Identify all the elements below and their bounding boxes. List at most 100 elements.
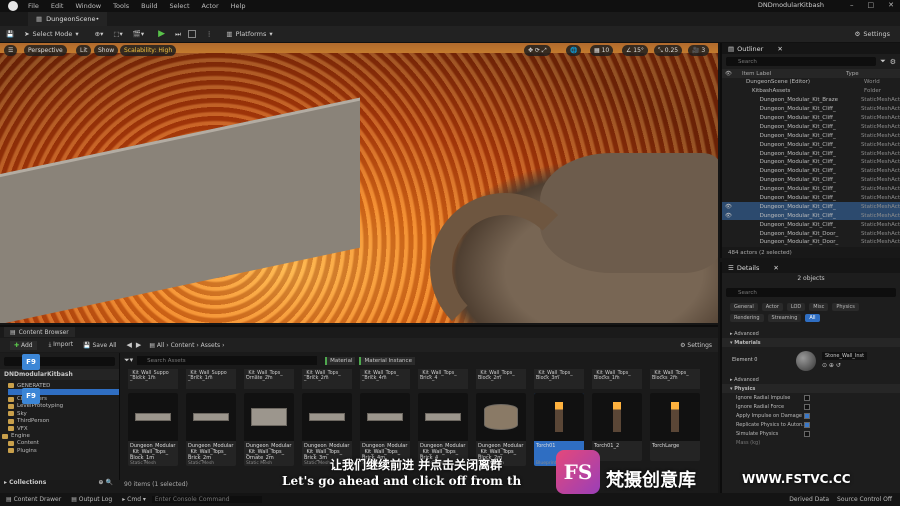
asset-tile[interactable]: Torch01_2 (592, 393, 642, 461)
asset-tile[interactable]: Dungeon_Modular _Kit_Wall_Tops_ Brick_2m… (186, 393, 236, 466)
back-icon[interactable]: ◀ (127, 341, 132, 349)
filter-lod[interactable]: LOD (786, 303, 806, 311)
column-type[interactable]: Type (846, 71, 859, 77)
filter-rendering[interactable]: Rendering (730, 314, 764, 322)
outliner-row[interactable]: Dungeon_Modular_Kit_Cliff_ StaticMeshAct (722, 158, 900, 167)
outliner-row[interactable]: Dungeon_Modular_Kit_Cliff_ StaticMeshAct (722, 220, 900, 229)
filter-chip-material-instance[interactable]: Material Instance (359, 356, 415, 365)
folder-search-input[interactable] (4, 357, 115, 366)
filter-chip-material[interactable]: Material (325, 356, 356, 365)
outliner-row[interactable]: Dungeon_Modular_Kit_Cliff_ StaticMeshAct (722, 167, 900, 176)
perspective-button[interactable]: Perspective (24, 45, 67, 56)
import-button[interactable]: ⤓ Import (49, 341, 73, 349)
platforms-button[interactable]: ▥ Platforms ▾ (226, 30, 272, 38)
tab-dungeon-scene[interactable]: ▦ DungeonScene• (28, 12, 108, 26)
asset-tile-partial[interactable]: _Kit_Wall_Tops_ _Brick_2m (302, 369, 352, 389)
breadcrumb-assets[interactable]: Assets (201, 342, 221, 349)
forward-icon[interactable]: ▶ (136, 341, 141, 349)
checkbox[interactable] (804, 394, 810, 401)
tree-item[interactable]: Plugins (8, 447, 119, 454)
search-icon[interactable]: 🔍 (105, 479, 112, 486)
minimize-icon[interactable]: – (850, 1, 854, 9)
close-icon[interactable]: ✕ (888, 1, 894, 9)
play-icon[interactable]: ▶ (158, 29, 165, 39)
outliner-row[interactable]: Dungeon_Modular_Kit_Cliff_ StaticMeshAct (722, 176, 900, 185)
filter-icon[interactable]: ⏷ (880, 57, 886, 66)
asset-tile-partial[interactable]: _Kit_Wall_Tops_ Blocks_2m (650, 369, 700, 389)
asset-tile[interactable]: Dungeon_Modular _Kit_Wall_Tops_ Ornate_2… (244, 393, 294, 466)
select-mode-button[interactable]: ➤ Select Mode ▾ (24, 30, 79, 38)
menu-select[interactable]: Select (169, 2, 189, 10)
checkbox[interactable] (804, 412, 810, 419)
outliner-row[interactable]: 👁 Dungeon_Modular_Kit_Cliff_ StaticMeshAct (722, 211, 900, 221)
outliner-row[interactable]: Dungeon_Modular_Kit_Cliff_ StaticMeshAct (722, 122, 900, 131)
column-item-label[interactable]: Item Label (742, 71, 846, 77)
outliner-row[interactable]: Dungeon_Modular_Kit_Cliff_ StaticMeshAct (722, 114, 900, 123)
derived-data-button[interactable]: Derived Data (789, 496, 829, 503)
cb-settings-button[interactable]: ⚙ Settings (680, 342, 712, 349)
close-icon[interactable]: ✕ (773, 264, 778, 272)
filter-general[interactable]: General (730, 303, 758, 311)
show-button[interactable]: Show (94, 45, 119, 56)
asset-tile-partial[interactable]: _Kit_Wall_Tops_ Ornate_2m (244, 369, 294, 389)
save-icon[interactable]: 💾 (6, 30, 14, 38)
outliner-row[interactable]: 👁 Dungeon_Modular_Kit_Cliff_ StaticMeshAct (722, 202, 900, 212)
material-dropdown[interactable]: Stone_Wall_Inst (822, 352, 868, 360)
asset-tile-partial[interactable]: _Kit_Wall_Tops_ Brick_4 (418, 369, 468, 389)
outliner-search-input[interactable]: Search (726, 57, 877, 66)
filter-icon[interactable]: ⏷▾ (124, 356, 133, 365)
filter-all[interactable]: All (805, 314, 820, 322)
camera-speed-button[interactable]: 🎥 3 (688, 45, 710, 56)
collections-header[interactable]: ▸ Collections ⊕ 🔍 (4, 479, 113, 486)
tree-item[interactable]: ThirdPerson (8, 418, 119, 425)
menu-file[interactable]: File (28, 2, 39, 10)
section-materials[interactable]: ▾ Materials (722, 338, 900, 347)
asset-search-input[interactable]: Search Assets (137, 356, 318, 365)
lit-button[interactable]: Lit (76, 45, 92, 56)
step-icon[interactable]: ⏭ (175, 30, 181, 39)
checkbox[interactable] (804, 430, 810, 437)
asset-tile-partial[interactable]: _Kit_Wall_Tops_ Block_3m (534, 369, 584, 389)
asset-tile-partial[interactable]: _Kit_Wall_Suppo _Block_1m (128, 369, 178, 389)
tree-item[interactable]: Sky (8, 410, 119, 417)
asset-tile-partial[interactable]: _Kit_Wall_Tops_ _Brick_4m (360, 369, 410, 389)
maximize-icon[interactable]: □ (868, 1, 875, 9)
scale-snap-button[interactable]: ⤡ 0.25 (654, 45, 683, 56)
asset-tile[interactable]: Dungeon_Modular _Kit_Wall_Tops_ Block_1m… (128, 393, 178, 466)
outliner-row[interactable]: Dungeon_Modular_Kit_Cliff_ StaticMeshAct (722, 185, 900, 194)
sequencer-icon[interactable]: 🎬▾ (133, 30, 144, 38)
save-all-button[interactable]: 💾 Save All (83, 342, 116, 349)
outliner-row[interactable]: Dungeon_Modular_Kit_Cliff_ StaticMeshAct (722, 149, 900, 158)
angle-snap-button[interactable]: ∠ 15° (622, 45, 648, 56)
outliner-row[interactable]: Dungeon_Modular_Kit_Cliff_ StaticMeshAct (722, 131, 900, 140)
filter-misc[interactable]: Misc (809, 303, 829, 311)
outliner-row[interactable]: Dungeon_Modular_Kit_Cliff_ StaticMeshAct (722, 140, 900, 149)
project-root[interactable]: DNDmodularKitbash (0, 369, 119, 380)
settings-button[interactable]: ⚙ Settings (855, 30, 891, 38)
checkbox[interactable] (804, 421, 810, 428)
visibility-icon[interactable]: 👁 (722, 213, 742, 219)
menu-tools[interactable]: Tools (113, 2, 129, 10)
section-advanced-2[interactable]: ▸ Advanced (722, 375, 900, 384)
details-search-input[interactable]: Search (726, 288, 896, 297)
tree-item[interactable]: Content (8, 440, 119, 447)
add-content-icon[interactable]: ⊕▾ (95, 30, 104, 38)
world-local-icon[interactable]: 🌐 (566, 45, 582, 56)
filter-actor[interactable]: Actor (761, 303, 783, 311)
source-control-button[interactable]: Source Control Off (837, 496, 892, 503)
outliner-row[interactable]: DungeonScene (Editor) World (722, 78, 900, 87)
unreal-logo-icon[interactable] (8, 1, 18, 11)
asset-tile-partial[interactable]: _Kit_Wall_Tops_ Block_2m (476, 369, 526, 389)
asset-tile[interactable]: TorchLarge (650, 393, 700, 461)
console-input[interactable]: Enter Console Command (151, 496, 262, 503)
menu-actor[interactable]: Actor (202, 2, 219, 10)
level-viewport[interactable]: ☰ Perspective Lit Show Scalability: High… (0, 43, 718, 323)
visibility-icon[interactable]: 👁 (722, 204, 742, 210)
menu-edit[interactable]: Edit (51, 2, 64, 10)
menu-build[interactable]: Build (141, 2, 157, 10)
material-browse-icons[interactable]: ⊙ ⊕ ↺ (822, 362, 841, 369)
menu-help[interactable]: Help (231, 2, 246, 10)
add-button[interactable]: ✚ Add (10, 340, 37, 350)
menu-window[interactable]: Window (75, 2, 101, 10)
gear-icon[interactable]: ⚙ (890, 58, 896, 66)
